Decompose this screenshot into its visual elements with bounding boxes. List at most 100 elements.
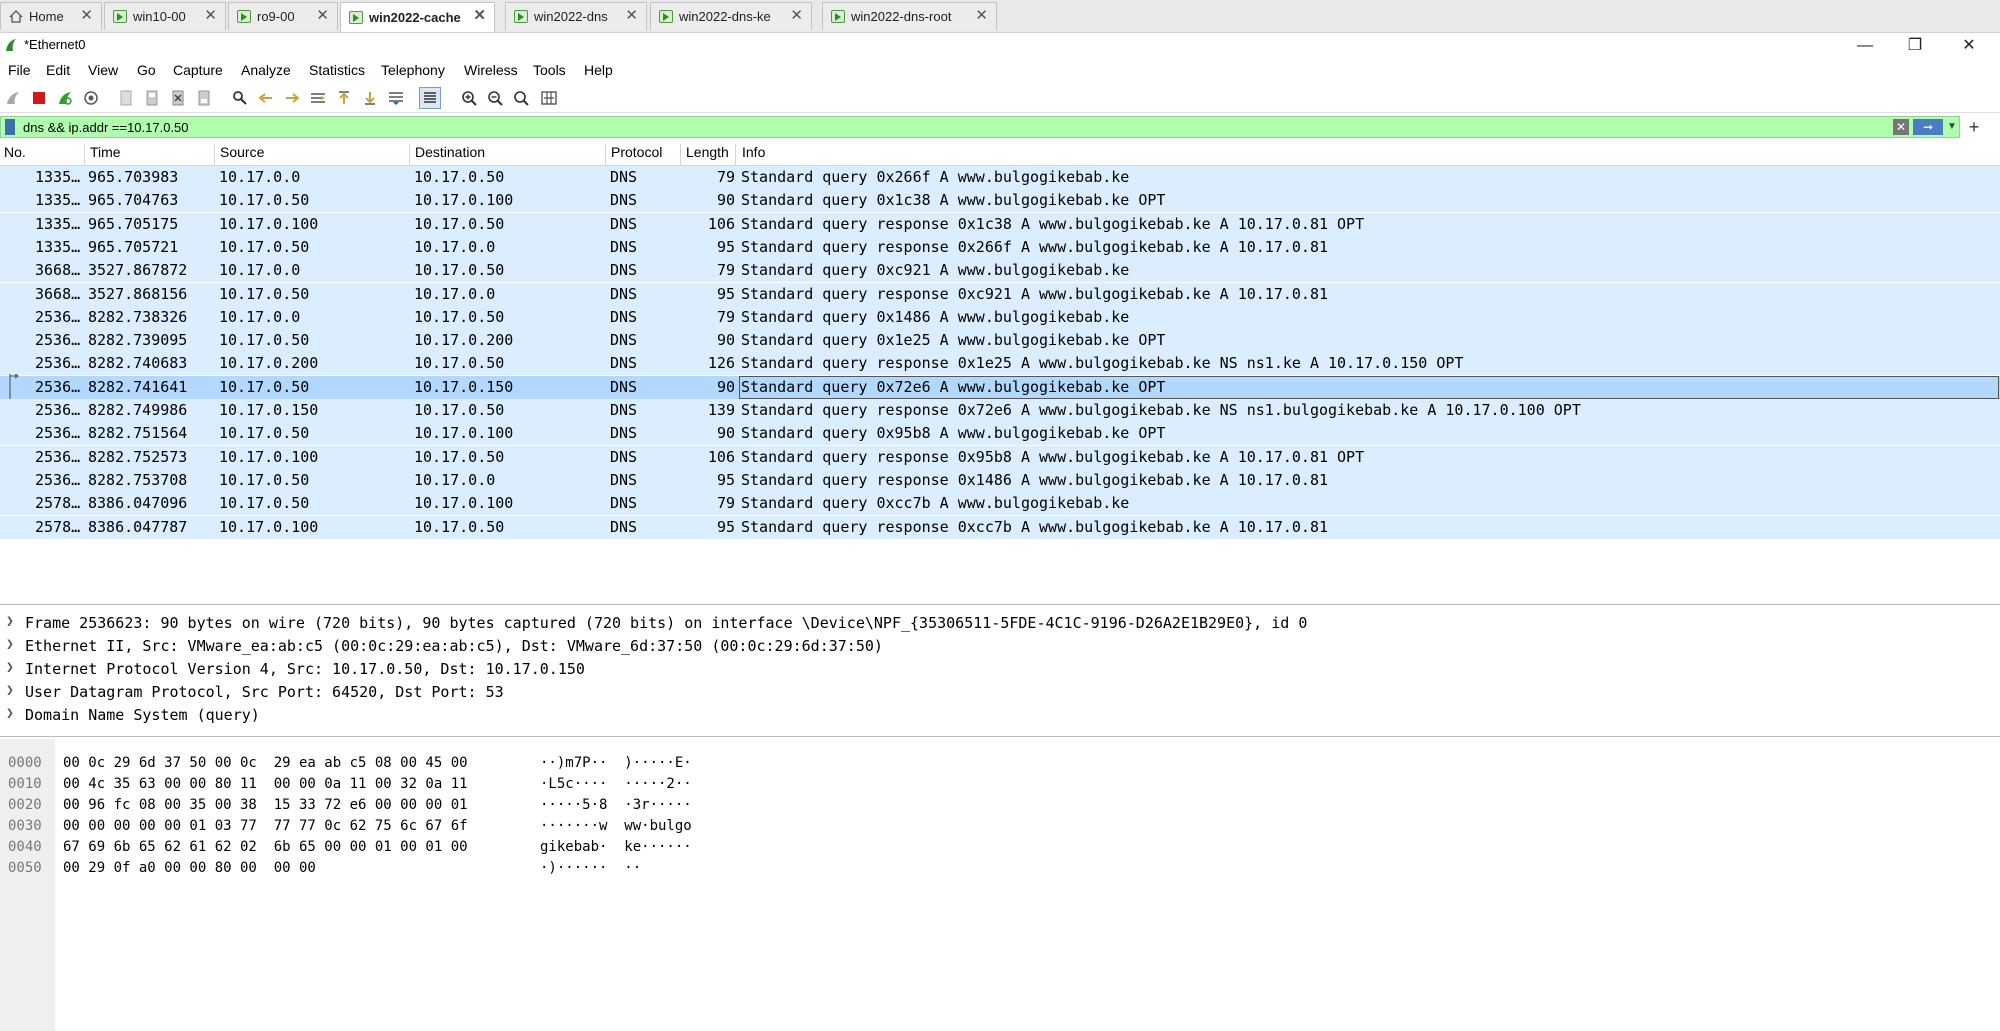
packet-row[interactable]: 2536… 8282.752573 10.17.0.100 10.17.0.50 DNS… (0, 445, 2000, 469)
tab-win2022-cache[interactable]: win2022-cache ✕ (340, 2, 495, 32)
display-filter-input[interactable] (23, 118, 1883, 136)
packet-source: 10.17.0.0 (219, 168, 301, 186)
chevron-right-icon[interactable]: ❯ (6, 660, 14, 675)
tab-win2022-dns[interactable]: win2022-dns ✕ (505, 2, 647, 30)
find-packet-icon[interactable] (231, 89, 249, 107)
column-length[interactable]: Length (686, 144, 729, 160)
close-icon[interactable]: ✕ (204, 8, 217, 24)
packet-row[interactable]: 2536… 8282.749986 10.17.0.150 10.17.0.50 DNS… (0, 399, 2000, 422)
column-protocol[interactable]: Protocol (611, 144, 662, 160)
packet-row-selected[interactable]: 2536… 8282.741641 10.17.0.50 10.17.0.150 DNS… (0, 372, 2000, 401)
go-first-packet-icon[interactable] (335, 89, 353, 107)
packet-source: 10.17.0.50 (219, 237, 310, 256)
zoom-out-icon[interactable] (486, 89, 504, 107)
column-destination[interactable]: Destination (415, 144, 485, 160)
bytes-row[interactable]: 0000 00 0c 29 6d 37 50 00 0c 29 ea ab c5 … (0, 739, 692, 771)
bytes-row[interactable]: 0010 00 4c 35 63 00 00 80 11 00 00 0a 11 … (0, 760, 692, 792)
close-icon[interactable]: ✕ (625, 8, 638, 24)
menu-edit[interactable]: Edit (46, 62, 70, 78)
go-forward-icon[interactable] (283, 89, 301, 107)
chevron-right-icon[interactable]: ❯ (6, 614, 14, 629)
add-filter-button-icon[interactable]: + (1964, 116, 1984, 138)
menu-wireless[interactable]: Wireless (464, 62, 518, 78)
close-icon[interactable]: ✕ (975, 8, 988, 24)
menu-capture[interactable]: Capture (173, 62, 223, 78)
minimize-button[interactable]: — (1842, 33, 1888, 59)
shark-fin-start-icon[interactable] (4, 89, 22, 107)
clear-filter-icon[interactable]: ✕ (1893, 119, 1909, 135)
stop-capture-icon[interactable] (30, 89, 48, 107)
menu-help[interactable]: Help (584, 62, 613, 78)
packet-row[interactable]: 1335… 965.704763 10.17.0.50 10.17.0.100 DNS 9… (0, 189, 2000, 213)
packet-source: 10.17.0.200 (219, 354, 319, 373)
menu-go[interactable]: Go (137, 62, 156, 78)
zoom-in-icon[interactable] (460, 89, 478, 107)
chevron-right-icon[interactable]: ❯ (6, 683, 14, 698)
close-file-icon[interactable] (169, 89, 187, 107)
close-icon[interactable]: ✕ (790, 8, 803, 24)
auto-scroll-icon[interactable] (387, 89, 405, 107)
chevron-down-icon[interactable]: ▼ (1945, 119, 1959, 135)
bytes-row[interactable]: 0050 00 29 0f a0 00 00 80 00 00 00 ·)·····… (0, 844, 641, 876)
bookmark-icon[interactable] (5, 119, 15, 135)
apply-filter-icon[interactable]: ➞ (1913, 119, 1943, 135)
resize-columns-icon[interactable] (540, 89, 558, 107)
save-file-icon[interactable] (143, 89, 161, 107)
restore-button[interactable]: ❐ (1892, 33, 1938, 59)
go-to-packet-icon[interactable] (309, 89, 327, 107)
column-no[interactable]: No. (4, 144, 26, 160)
packet-row[interactable]: 1335… 965.703983 10.17.0.0 10.17.0.50 DNS 79 S… (0, 166, 2000, 189)
column-time[interactable]: Time (90, 144, 121, 160)
packet-source: 10.17.0.50 (219, 191, 310, 210)
reload-file-icon[interactable] (195, 89, 213, 107)
packet-length: 95 (716, 237, 735, 256)
close-icon[interactable]: ✕ (80, 8, 93, 24)
packet-row[interactable]: 3668… 3527.868156 10.17.0.50 10.17.0.0 DNS 95… (0, 282, 2000, 306)
packet-row[interactable]: 2578… 8386.047787 10.17.0.100 10.17.0.50 DNS… (0, 515, 2000, 539)
colorize-icon[interactable] (419, 87, 441, 109)
tab-win2022-dns-root[interactable]: win2022-dns-root ✕ (822, 2, 997, 30)
menu-statistics[interactable]: Statistics (309, 62, 365, 78)
go-last-packet-icon[interactable] (361, 89, 379, 107)
capture-options-icon[interactable] (82, 89, 100, 107)
packet-info: Standard query response 0x95b8 A www.bul… (741, 447, 1365, 466)
packet-info: Standard query response 0xc921 A www.bul… (741, 284, 1328, 303)
tab-label: win10-00 (133, 9, 186, 24)
packet-row[interactable]: 3668… 3527.867872 10.17.0.0 10.17.0.50 DNS 79… (0, 259, 2000, 283)
bytes-row[interactable]: 0020 00 96 fc 08 00 35 00 38 15 33 72 e6 … (0, 781, 692, 813)
packet-row[interactable]: 1335… 965.705721 10.17.0.50 10.17.0.0 DNS 95 S… (0, 235, 2000, 259)
open-file-icon[interactable] (117, 89, 135, 107)
close-icon[interactable]: ✕ (316, 8, 329, 24)
tab-win2022-dns-ke[interactable]: win2022-dns-ke ✕ (650, 2, 812, 30)
packet-list-header: No. Time Source Destination Protocol Len… (0, 141, 2000, 168)
close-window-button[interactable]: ✕ (1946, 33, 1992, 59)
packet-row[interactable]: 2536… 8282.751564 10.17.0.50 10.17.0.100 DNS… (0, 422, 2000, 446)
chevron-right-icon[interactable]: ❯ (6, 637, 14, 652)
column-source[interactable]: Source (220, 144, 264, 160)
menu-telephony[interactable]: Telephony (381, 62, 445, 78)
chevron-right-icon[interactable]: ❯ (6, 706, 14, 721)
packet-row[interactable]: 2536… 8282.740683 10.17.0.200 10.17.0.50 DNS… (0, 352, 2000, 376)
menu-tools[interactable]: Tools (533, 62, 566, 78)
menu-file[interactable]: File (8, 62, 31, 78)
bytes-row[interactable]: 0030 00 00 00 00 00 01 03 77 77 77 0c 62 … (0, 802, 692, 834)
menu-view[interactable]: View (88, 62, 118, 78)
packet-source: 10.17.0.50 (219, 377, 310, 396)
packet-row[interactable]: 2536… 8282.738326 10.17.0.0 10.17.0.50 DNS 79… (0, 305, 2000, 329)
menu-analyze[interactable]: Analyze (241, 62, 291, 78)
restart-capture-icon[interactable] (56, 89, 74, 107)
packet-number: 2578… (35, 517, 81, 536)
packet-row[interactable]: 2536… 8282.739095 10.17.0.50 10.17.0.200 DNS… (0, 329, 2000, 353)
packet-row[interactable]: 2536… 8282.753708 10.17.0.50 10.17.0.0 DNS 95… (0, 468, 2000, 492)
bytes-row[interactable]: 0040 67 69 6b 65 62 61 62 02 6b 65 00 00 … (0, 823, 692, 855)
close-icon[interactable]: ✕ (473, 8, 486, 24)
column-info[interactable]: Info (742, 144, 765, 160)
tab-ro9-00[interactable]: ro9-00 ✕ (228, 2, 338, 30)
zoom-reset-icon[interactable] (512, 89, 530, 107)
go-back-icon[interactable] (257, 89, 275, 107)
packet-row[interactable]: 2578… 8386.047096 10.17.0.50 10.17.0.100 DNS… (0, 492, 2000, 516)
tab-home[interactable]: Home ✕ (0, 2, 102, 30)
packet-destination: 10.17.0.50 (414, 261, 505, 280)
tab-win10-00[interactable]: win10-00 ✕ (104, 2, 226, 30)
packet-row[interactable]: 1335… 965.705175 10.17.0.100 10.17.0.50 DNS 1… (0, 212, 2000, 236)
